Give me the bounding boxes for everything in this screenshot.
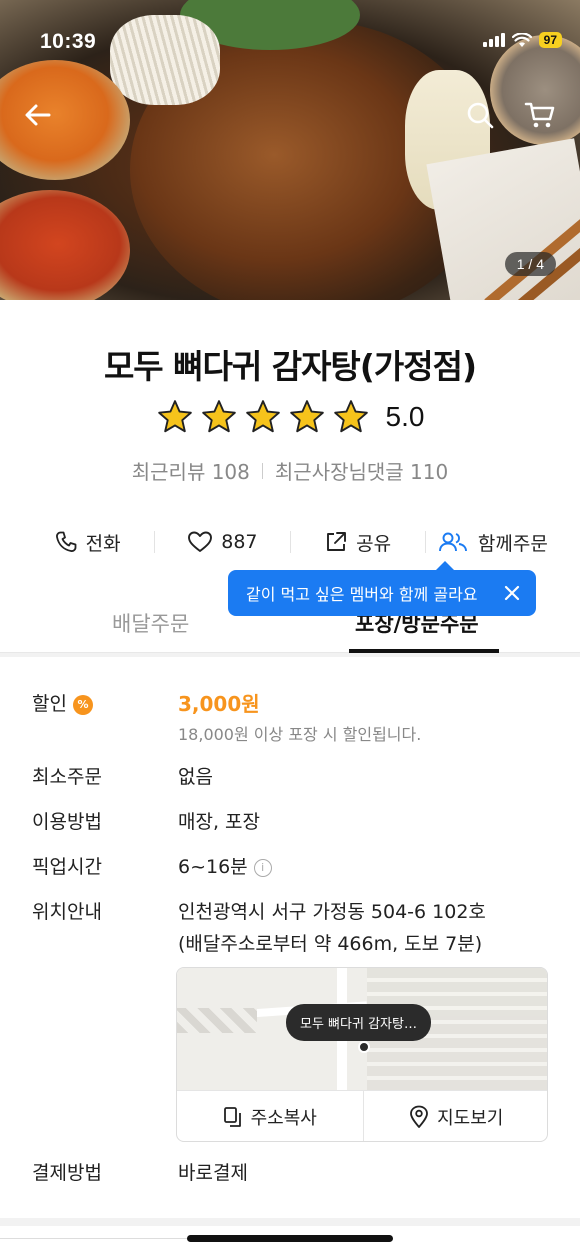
view-map-label: 지도보기 (437, 1108, 504, 1129)
close-icon[interactable] (502, 583, 522, 603)
discount-amount-text: 3,000원 (178, 692, 260, 716)
usage-value: 매장, 포장 (178, 811, 260, 833)
cart-icon (524, 102, 555, 128)
share-button[interactable]: 공유 (291, 520, 425, 564)
group-order-button[interactable]: 함께주문 (426, 520, 560, 564)
owner-comments-count[interactable]: 최근사장님댓글 110 (275, 456, 448, 485)
section-divider (0, 1218, 580, 1226)
battery-indicator: 97 (538, 32, 562, 48)
star-icon (333, 400, 368, 433)
group-order-tooltip[interactable]: 같이 먹고 싶은 멤버와 함께 골라요 (228, 561, 536, 616)
discount-note: 18,000원 이상 포장 시 할인됩니다. (178, 725, 422, 744)
share-label: 공유 (356, 532, 392, 555)
map-buildings (177, 1008, 257, 1033)
star-icon (157, 400, 192, 433)
address: 인천광역시 서구 가정동 504-6 102호 (178, 901, 486, 923)
hero-image[interactable]: 10:39 97 1 / 4 (0, 0, 580, 300)
pickup-time-value: 6~16분 (178, 856, 248, 878)
location-map-card: 모두 뼈다귀 감자탕… 주소복사 지도보기 (176, 967, 548, 1142)
min-order-value: 없음 (178, 766, 213, 788)
home-indicator[interactable] (187, 1235, 393, 1242)
food-mushrooms (110, 15, 220, 105)
action-bar: 전화 887 공유 함께주문 (20, 520, 560, 564)
view-map-button[interactable]: 지도보기 (362, 1091, 548, 1141)
image-counter: 1 / 4 (504, 252, 556, 276)
back-button[interactable] (18, 95, 58, 135)
share-icon (327, 532, 347, 551)
status-icons: 97 (482, 32, 562, 48)
rating-row[interactable]: 5.0 (0, 398, 580, 436)
copy-address-button[interactable]: 주소복사 (177, 1091, 363, 1141)
discount-amount: 3,000원 (178, 688, 260, 717)
payment-label: 결제방법 (32, 1162, 102, 1184)
star-icon (289, 400, 324, 433)
pickup-time-row: 6~16분 i (178, 852, 272, 879)
like-button[interactable]: 887 (155, 520, 289, 564)
heart-icon (188, 531, 213, 552)
map-actions: 주소복사 지도보기 (177, 1090, 548, 1141)
group-icon (438, 532, 467, 552)
arrow-left-icon (25, 104, 51, 126)
location-pin-icon (410, 1105, 429, 1128)
map-view[interactable]: 모두 뼈다귀 감자탕… (177, 968, 547, 1090)
divider (261, 462, 263, 479)
wifi-icon (511, 32, 532, 47)
side-dish-radish (0, 190, 130, 300)
discount-percent-icon: % (72, 694, 93, 715)
tooltip-text: 같이 먹고 싶은 멤버와 함께 골라요 (246, 585, 478, 604)
copy-address-label: 주소복사 (250, 1108, 317, 1129)
discount-label-row: 할인% (32, 689, 93, 716)
recent-reviews-count[interactable]: 최근리뷰 108 (132, 456, 250, 485)
like-count: 887 (221, 531, 258, 553)
map-pin-label: 모두 뼈다귀 감자탕… (286, 1004, 431, 1041)
signal-icon (482, 33, 505, 47)
discount-label: 할인 (32, 693, 67, 715)
search-button[interactable] (460, 95, 500, 135)
payment-value: 바로결제 (178, 1162, 248, 1184)
group-order-label: 함께주문 (477, 532, 548, 555)
usage-label: 이용방법 (32, 811, 102, 833)
divider (0, 1238, 187, 1239)
copy-icon (223, 1107, 241, 1127)
call-label: 전화 (85, 532, 121, 555)
distance-info: (배달주소로부터 약 466m, 도보 7분) (178, 933, 483, 955)
location-label: 위치안내 (32, 901, 102, 923)
call-button[interactable]: 전화 (20, 520, 154, 564)
section-divider (0, 653, 580, 657)
review-summary: 최근리뷰 108 최근사장님댓글 110 (0, 456, 580, 485)
min-order-label: 최소주문 (32, 766, 102, 788)
rating-value: 5.0 (385, 401, 425, 432)
phone-icon (55, 531, 77, 552)
cart-button[interactable] (520, 95, 560, 135)
info-icon[interactable]: i (253, 858, 272, 877)
status-time: 10:39 (40, 30, 97, 53)
map-pin-icon (358, 1041, 370, 1053)
tab-delivery[interactable]: 배달주문 (112, 608, 189, 638)
search-icon (467, 102, 494, 129)
store-name: 모두 뼈다귀 감자탕(가정점) (103, 347, 477, 386)
star-icon (245, 400, 280, 433)
pickup-time-label: 픽업시간 (32, 856, 102, 878)
star-icon (201, 400, 236, 433)
